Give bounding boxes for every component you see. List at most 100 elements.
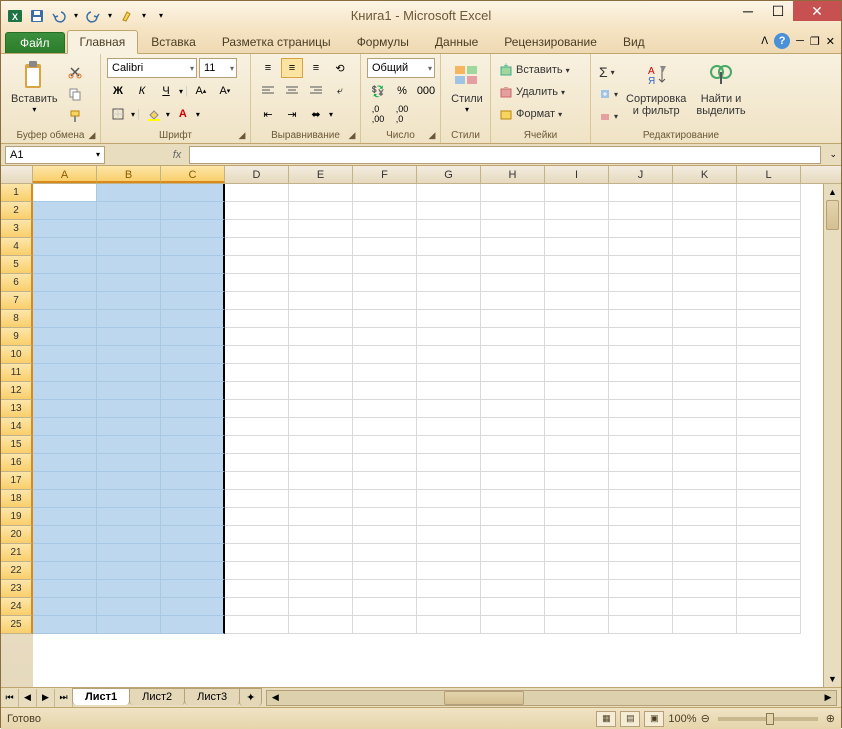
cell[interactable]	[417, 616, 481, 634]
cell[interactable]	[97, 346, 161, 364]
cell[interactable]	[481, 490, 545, 508]
cell[interactable]	[481, 598, 545, 616]
cell[interactable]	[97, 490, 161, 508]
cell[interactable]	[161, 274, 225, 292]
dialog-launcher-icon[interactable]: ◢	[236, 129, 248, 141]
cell[interactable]	[161, 346, 225, 364]
insert-cells-button[interactable]: +Вставить▾	[497, 60, 572, 80]
bold-button[interactable]: Ж	[107, 81, 129, 101]
cell[interactable]	[33, 580, 97, 598]
name-box[interactable]: A1▾	[5, 146, 105, 164]
cell[interactable]	[545, 544, 609, 562]
cell[interactable]	[353, 508, 417, 526]
cell[interactable]	[33, 382, 97, 400]
cell[interactable]	[97, 526, 161, 544]
cell[interactable]	[289, 202, 353, 220]
cell[interactable]	[609, 256, 673, 274]
doc-minimize-icon[interactable]: ─	[796, 35, 804, 47]
cell[interactable]	[737, 292, 801, 310]
cells-area[interactable]	[33, 184, 823, 687]
cell[interactable]	[33, 202, 97, 220]
file-tab[interactable]: Файл	[5, 32, 65, 53]
cell[interactable]	[417, 436, 481, 454]
cell[interactable]	[225, 184, 289, 202]
cell[interactable]	[97, 454, 161, 472]
cell[interactable]	[289, 454, 353, 472]
formula-input[interactable]	[189, 146, 821, 164]
cell[interactable]	[97, 364, 161, 382]
row-header[interactable]: 1	[1, 184, 33, 202]
cell[interactable]	[609, 580, 673, 598]
tab-home[interactable]: Главная	[67, 30, 139, 54]
cell[interactable]	[289, 184, 353, 202]
cell[interactable]	[481, 220, 545, 238]
cell[interactable]	[97, 202, 161, 220]
cell[interactable]	[225, 400, 289, 418]
borders-icon[interactable]	[107, 104, 129, 124]
cell[interactable]	[353, 400, 417, 418]
sort-filter-button[interactable]: АЯ Сортировка и фильтр	[622, 58, 690, 119]
cell[interactable]	[225, 598, 289, 616]
cell[interactable]	[673, 508, 737, 526]
cell[interactable]	[481, 310, 545, 328]
cell[interactable]	[609, 472, 673, 490]
cell[interactable]	[609, 562, 673, 580]
cell[interactable]	[481, 562, 545, 580]
cell[interactable]	[673, 184, 737, 202]
decrease-decimal-icon[interactable]: ,00,0	[391, 104, 413, 124]
align-top-icon[interactable]: ≡	[257, 58, 279, 78]
cell[interactable]	[225, 454, 289, 472]
dialog-launcher-icon[interactable]: ◢	[346, 129, 358, 141]
cell[interactable]	[481, 472, 545, 490]
delete-cells-button[interactable]: −Удалить▾	[497, 82, 567, 102]
row-header[interactable]: 11	[1, 364, 33, 382]
cell[interactable]	[737, 562, 801, 580]
cell[interactable]	[417, 346, 481, 364]
styles-button[interactable]: Стили ▾	[447, 58, 487, 116]
cell[interactable]	[353, 256, 417, 274]
cell[interactable]	[609, 454, 673, 472]
cell[interactable]	[545, 400, 609, 418]
row-header[interactable]: 25	[1, 616, 33, 634]
cell[interactable]	[225, 544, 289, 562]
cell[interactable]	[97, 220, 161, 238]
find-select-button[interactable]: Найти и выделить	[692, 58, 749, 119]
cell[interactable]	[289, 328, 353, 346]
sheet-tab[interactable]: Лист1	[72, 688, 130, 705]
cell[interactable]	[97, 472, 161, 490]
cell[interactable]	[225, 526, 289, 544]
cell[interactable]	[609, 436, 673, 454]
cell[interactable]	[545, 220, 609, 238]
increase-indent-icon[interactable]: ⇥	[281, 104, 303, 124]
dropdown-icon[interactable]: ▾	[139, 6, 149, 26]
cell[interactable]	[737, 616, 801, 634]
dropdown-icon[interactable]: ▾	[71, 6, 81, 26]
cell[interactable]	[353, 562, 417, 580]
zoom-level[interactable]: 100%	[668, 713, 696, 725]
cell[interactable]	[33, 418, 97, 436]
clear-button[interactable]: ▾	[597, 106, 620, 126]
cell[interactable]	[33, 346, 97, 364]
cell[interactable]	[545, 274, 609, 292]
cell[interactable]	[481, 418, 545, 436]
cell[interactable]	[225, 346, 289, 364]
cell[interactable]	[289, 616, 353, 634]
row-header[interactable]: 9	[1, 328, 33, 346]
row-header[interactable]: 24	[1, 598, 33, 616]
cell[interactable]	[545, 598, 609, 616]
sheet-tab[interactable]: Лист3	[184, 688, 240, 705]
cell[interactable]	[737, 418, 801, 436]
cell[interactable]	[545, 364, 609, 382]
cell[interactable]	[161, 400, 225, 418]
cell[interactable]	[97, 184, 161, 202]
cell[interactable]	[673, 382, 737, 400]
tab-page-layout[interactable]: Разметка страницы	[209, 30, 344, 53]
shrink-font-icon[interactable]: A▾	[214, 81, 236, 101]
cell[interactable]	[97, 562, 161, 580]
cell[interactable]	[353, 580, 417, 598]
cell[interactable]	[97, 508, 161, 526]
row-header[interactable]: 13	[1, 400, 33, 418]
cell[interactable]	[673, 598, 737, 616]
cell[interactable]	[225, 562, 289, 580]
undo-icon[interactable]	[49, 6, 69, 26]
